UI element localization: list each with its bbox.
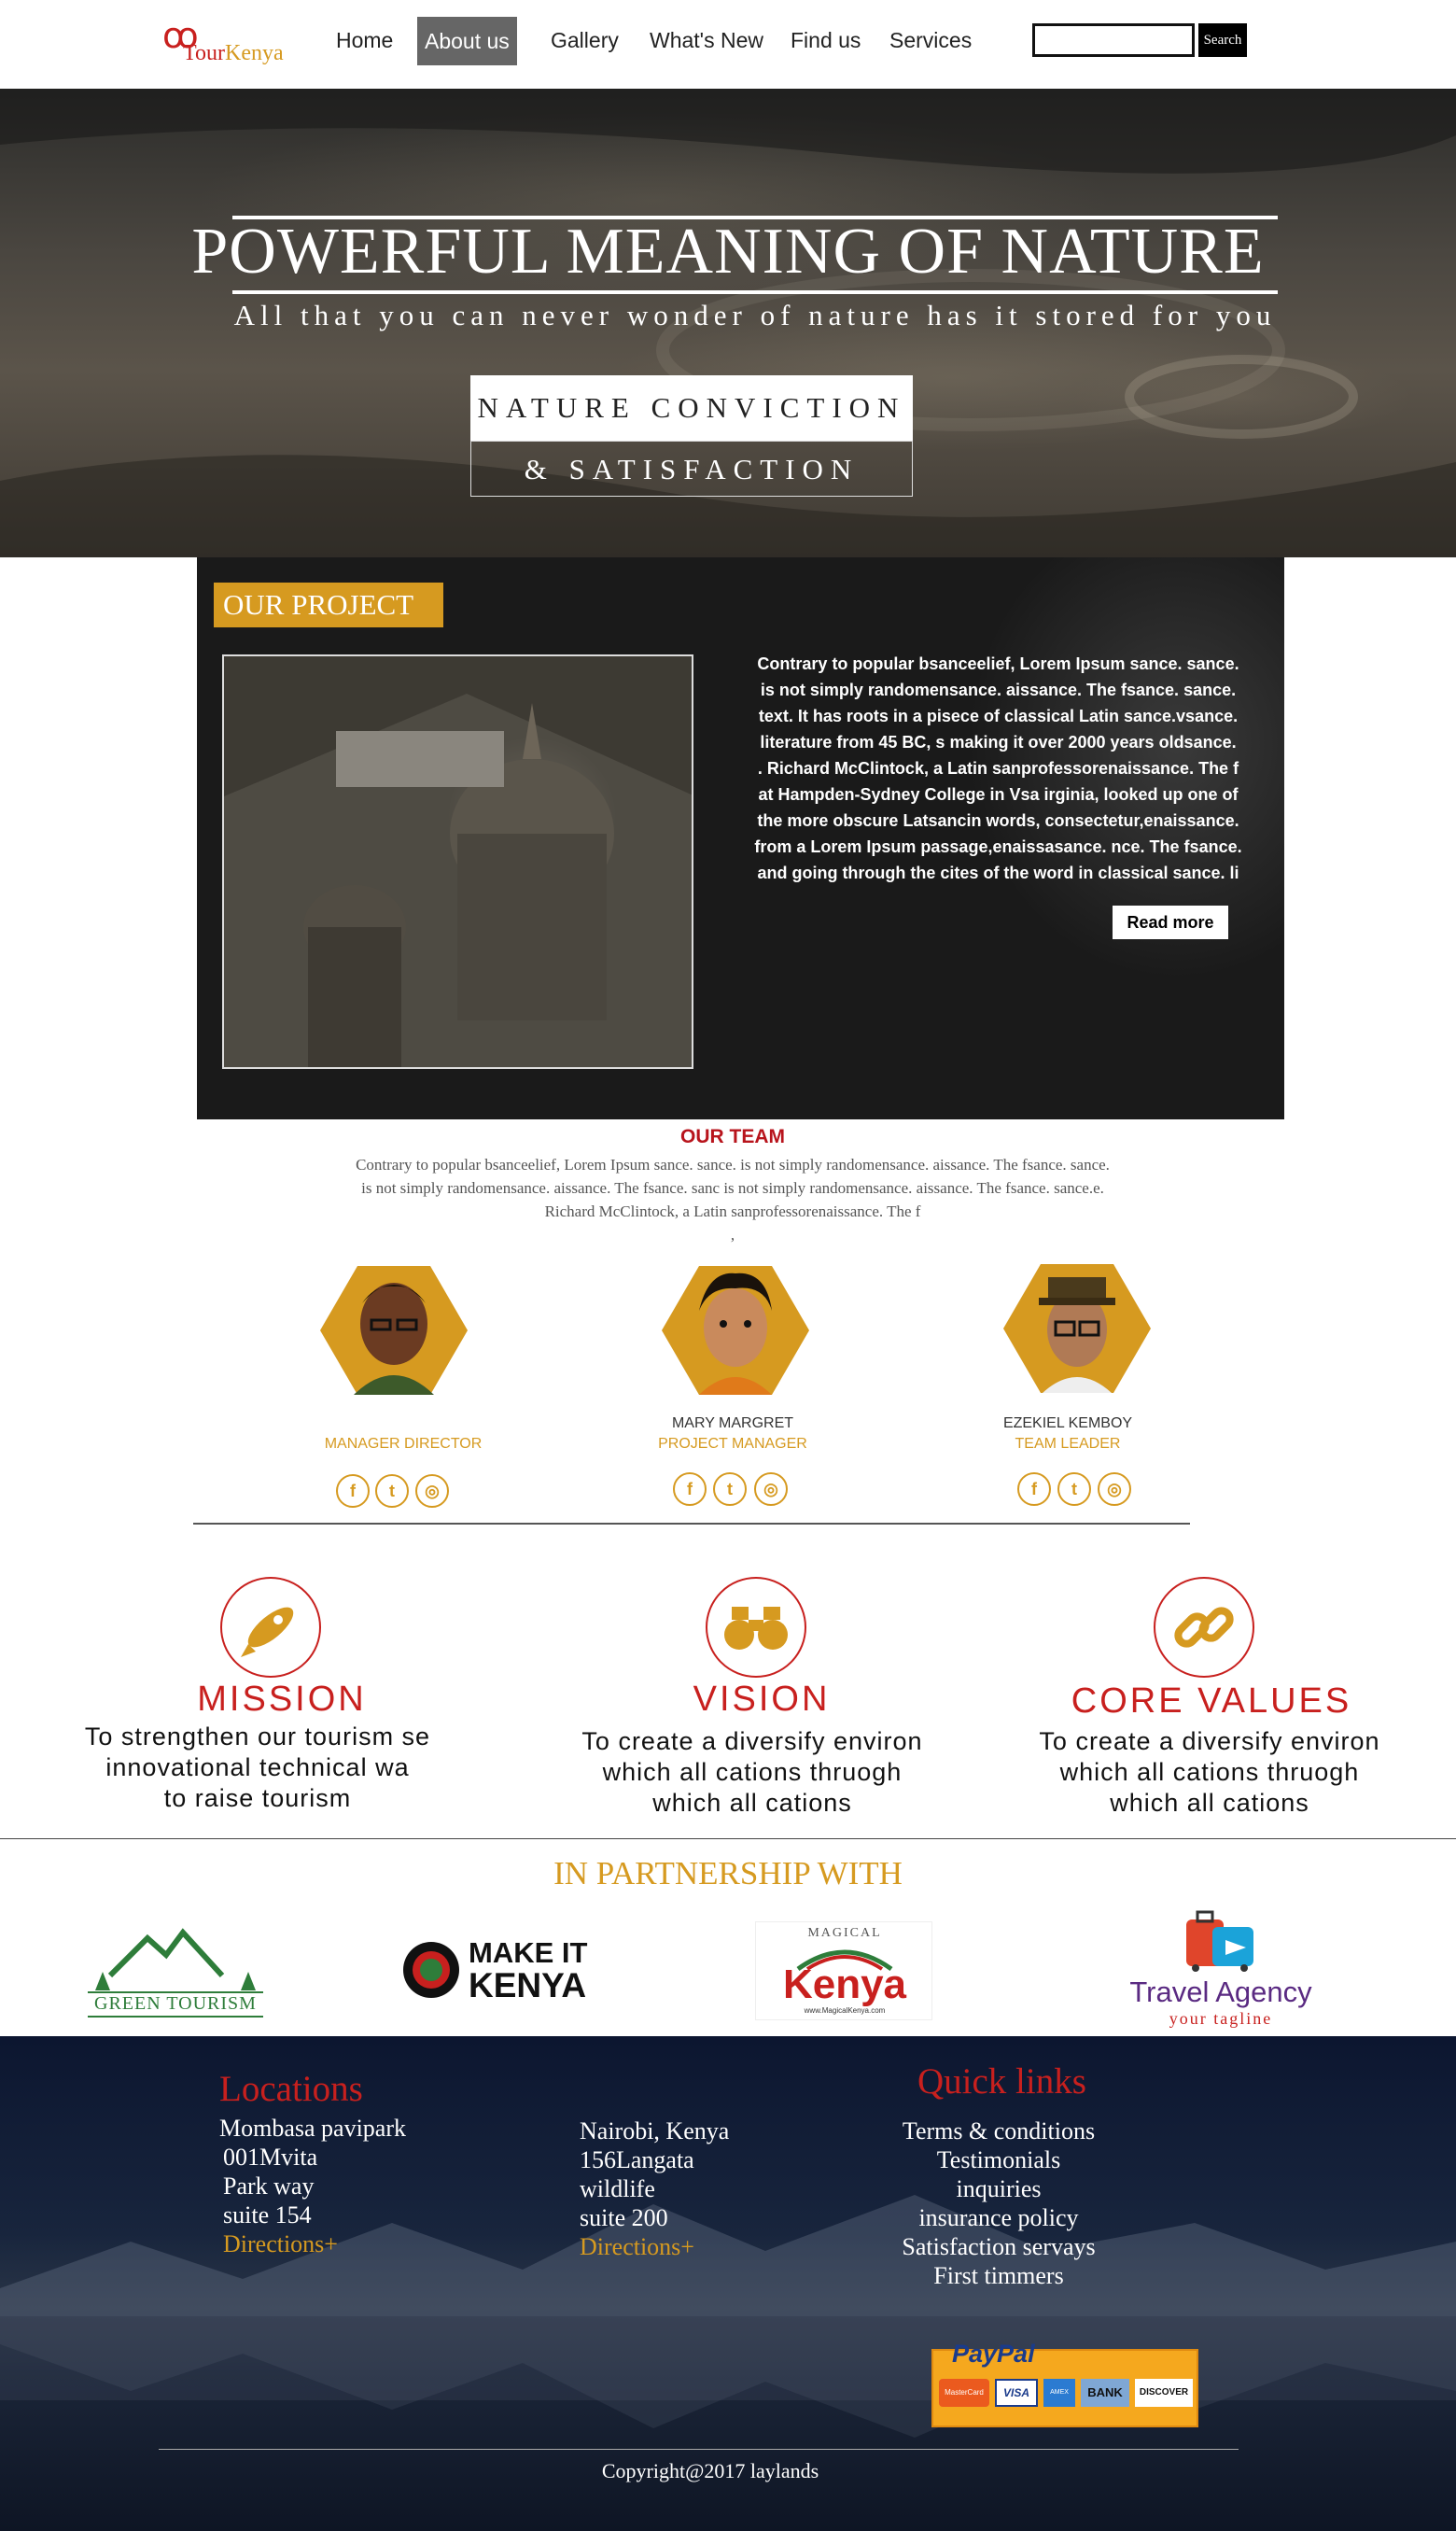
team-title: OUR TEAM: [680, 1126, 785, 1147]
travel-agency-tagline: your tagline: [1169, 2009, 1273, 2028]
our-project-badge: OUR PROJECT: [214, 583, 443, 627]
team-member-role: TEAM LEADER: [1015, 1436, 1121, 1452]
facebook-icon[interactable]: f: [336, 1474, 370, 1508]
mission-text: To strengthen our tourism se innovationa…: [84, 1722, 431, 1812]
footer-divider: [159, 2449, 1239, 2450]
partner-travel-agency[interactable]: Travel Agency your tagline: [1104, 1908, 1337, 2030]
mastercard-icon: MasterCard: [939, 2379, 989, 2407]
rocket-icon: [220, 1577, 321, 1678]
green-tourism-text: GREEN TOURISM: [94, 1993, 257, 2014]
mvv-divider: [0, 1838, 1456, 1839]
quick-link[interactable]: inquiries: [868, 2174, 1129, 2203]
discover-icon: DISCOVER: [1135, 2379, 1193, 2407]
instagram-icon[interactable]: ◎: [754, 1472, 788, 1506]
core-values-title: CORE VALUES: [1071, 1681, 1352, 1721]
top-navigation: ꝏ TourKenya Home About us Gallery What's…: [0, 0, 1456, 89]
nav-whats-new[interactable]: What's New: [650, 26, 763, 54]
nav-home[interactable]: Home: [336, 26, 393, 54]
quick-link[interactable]: Testimonials: [868, 2145, 1129, 2174]
twitter-icon[interactable]: t: [1057, 1472, 1091, 1506]
magical-text: MAGICAL: [807, 1926, 882, 1940]
kenya-logo-text: Kenya: [782, 1962, 907, 2007]
twitter-icon[interactable]: t: [713, 1472, 747, 1506]
site-logo[interactable]: ꝏ TourKenya: [159, 17, 289, 71]
search-input[interactable]: [1032, 23, 1195, 57]
logo-text-tour: Tour: [183, 41, 225, 65]
team-member-avatar: [320, 1266, 468, 1395]
team-description: Contrary to popular bsanceelief, Lorem I…: [356, 1156, 1110, 1244]
make-it-kenya-emblem-icon: [403, 1942, 459, 1998]
read-more-button[interactable]: Read more: [1113, 906, 1228, 939]
travel-agency-luggage-icon: [1186, 1910, 1253, 1972]
nav-about-us[interactable]: About us: [417, 17, 517, 65]
quick-links-list: Terms & conditions Testimonials inquirie…: [868, 2116, 1129, 2290]
quick-link[interactable]: Satisfaction servays: [868, 2232, 1129, 2261]
mission-title: MISSION: [197, 1680, 367, 1719]
team-member-avatar: [662, 1266, 809, 1395]
nav-services[interactable]: Services: [889, 26, 972, 54]
core-values-text: To create a diversify environ which all …: [1039, 1727, 1380, 1817]
satisfaction-button[interactable]: & SATISFACTION: [470, 441, 913, 497]
hero-banner: POWERFUL MEANING OF NATURE All that you …: [0, 89, 1456, 557]
our-project-section: OUR PROJECT Contrary to popular bsanceel…: [197, 557, 1284, 1119]
team-member-avatar: [1003, 1264, 1151, 1393]
link-icon: [1154, 1577, 1254, 1678]
partner-make-it-kenya[interactable]: MAKE IT KENYA: [401, 1936, 607, 2005]
team-divider: [193, 1523, 1190, 1525]
facebook-icon[interactable]: f: [1017, 1472, 1051, 1506]
binoculars-icon: [706, 1577, 806, 1678]
nav-find-us[interactable]: Find us: [791, 26, 861, 54]
hero-title: POWERFUL MEANING OF NATURE: [191, 216, 1265, 288]
vision-title: VISION: [693, 1680, 831, 1719]
team-member-role: PROJECT MANAGER: [658, 1436, 807, 1452]
make-it-text: MAKE IT: [469, 1936, 588, 1969]
logo-text-kenya: Kenya: [224, 41, 284, 65]
quick-link[interactable]: Terms & conditions: [868, 2116, 1129, 2145]
team-member-role: MANAGER DIRECTOR: [324, 1436, 483, 1452]
copyright-text: Copyright@2017 laylands: [601, 2459, 819, 2482]
magical-kenya-url: www.MagicalKenya.com: [804, 2006, 886, 2015]
quick-link[interactable]: insurance policy: [868, 2203, 1129, 2232]
instagram-icon[interactable]: ◎: [415, 1474, 449, 1508]
quick-links-title: Quick links: [917, 2061, 1086, 2102]
nature-conviction-button[interactable]: NATURE CONVICTION: [470, 375, 913, 441]
bank-icon: BANK: [1081, 2379, 1129, 2407]
directions-link[interactable]: Directions+: [219, 2229, 406, 2258]
hero-subtitle: All that you can never wonder of nature …: [233, 299, 1277, 331]
partner-green-tourism[interactable]: GREEN TOURISM: [82, 1918, 269, 2020]
visa-icon: VISA: [995, 2379, 1038, 2407]
directions-link[interactable]: Directions+: [580, 2232, 729, 2261]
project-model-image: [222, 654, 693, 1069]
location-2: Nairobi, Kenya 156Langata wildlife suite…: [580, 2117, 730, 2261]
mountain-background-image: [0, 2195, 1456, 2438]
kenya-text: KENYA: [469, 1966, 587, 2004]
partner-magical-kenya[interactable]: MAGICAL Kenya www.MagicalKenya.com: [755, 1921, 932, 2020]
partnership-title: IN PARTNERSHIP WITH: [553, 1855, 903, 1891]
twitter-icon[interactable]: t: [375, 1474, 409, 1508]
footer: Locations Mombasa pavipark 001Mvita Park…: [0, 2036, 1456, 2531]
vision-text: To create a diversify environ which all …: [581, 1727, 923, 1817]
paypal-logo-text: PayPal: [952, 2340, 1035, 2368]
team-member-name: EZEKIEL KEMBOY: [1002, 1415, 1133, 1431]
instagram-icon[interactable]: ◎: [1098, 1472, 1131, 1506]
location-1: Mombasa pavipark 001Mvita Park way suite…: [219, 2115, 407, 2258]
search-button[interactable]: Search: [1198, 23, 1247, 57]
hero-rule-bottom: [232, 290, 1278, 294]
paypal-payment-badge[interactable]: PayPal MasterCard VISA AMEX BANK DISCOVE…: [931, 2340, 1198, 2427]
cathedral-model-illustration: [224, 694, 692, 1067]
amex-icon: AMEX: [1043, 2379, 1075, 2407]
project-description: Contrary to popular bsanceelief, Lorem I…: [754, 654, 1242, 882]
quick-link[interactable]: First timmers: [868, 2261, 1129, 2290]
facebook-icon[interactable]: f: [673, 1472, 707, 1506]
nav-gallery[interactable]: Gallery: [551, 26, 619, 54]
team-member-name: MARY MARGRET: [671, 1415, 794, 1431]
travel-agency-text: Travel Agency: [1129, 1976, 1312, 2008]
locations-title: Locations: [219, 2069, 363, 2109]
